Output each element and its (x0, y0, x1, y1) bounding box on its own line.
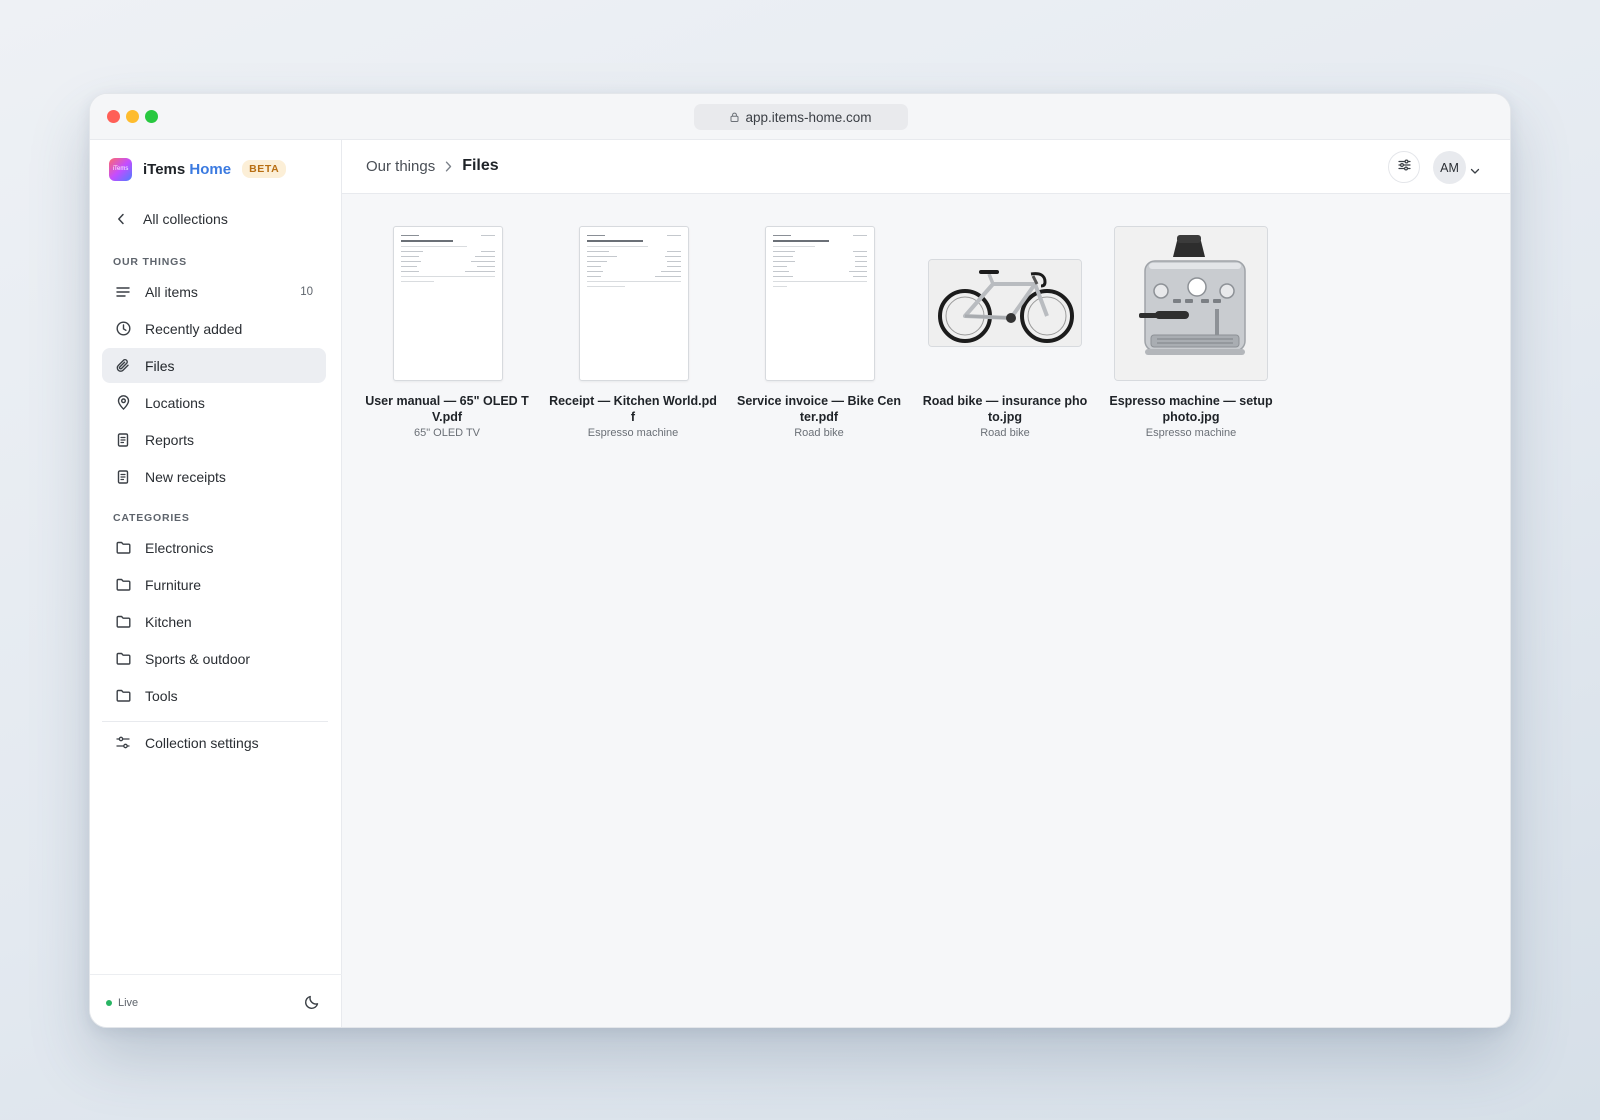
all-collections-link[interactable]: All collections (103, 202, 327, 236)
folder-icon (115, 651, 131, 667)
categories-heading: CATEGORIES (113, 512, 190, 524)
folder-icon (115, 540, 131, 556)
file-card[interactable]: Receipt — Kitchen World.pdf Espresso mac… (546, 226, 720, 439)
sidebar-item-label: Collection settings (145, 734, 259, 751)
brand[interactable]: iTems iTems Home BETA (109, 156, 287, 182)
sidebar-item-label: Tools (145, 687, 178, 704)
our-things-heading: OUR THINGS (113, 256, 187, 268)
file-thumbnail (1104, 226, 1278, 383)
file-item: 65" OLED TV (413, 427, 481, 439)
sidebar-item-label: All items (145, 283, 198, 300)
pdf-preview (393, 226, 503, 381)
sidebar-item-sports-outdoor[interactable]: Sports & outdoor (102, 641, 326, 676)
paperclip-icon (115, 358, 131, 374)
sidebar-item-electronics[interactable]: Electronics (102, 530, 326, 565)
sidebar-item-label: Recently added (145, 320, 243, 337)
live-status: Live (106, 997, 138, 1009)
clock-icon (115, 321, 131, 337)
pdf-preview (579, 226, 689, 381)
sidebar-item-label: New receipts (145, 468, 226, 485)
main-content: Our things Files AM User manual — 65" OL… (342, 140, 1510, 1027)
sidebar: iTems iTems Home BETA All collections OU… (90, 140, 342, 1027)
sidebar-item-collection-settings[interactable]: Collection settings (102, 725, 326, 760)
file-name: Receipt — Kitchen World.pdf (549, 394, 717, 424)
folder-icon (115, 688, 131, 704)
file-thumbnail (546, 226, 720, 383)
file-name: Espresso machine — setup photo.jpg (1109, 394, 1273, 424)
user-avatar[interactable]: AM (1433, 151, 1466, 184)
sidebar-item-label: Files (145, 357, 175, 374)
file-thumbnail (918, 226, 1092, 383)
browser-window: app.items-home.com iTems iTems Home BETA… (89, 93, 1511, 1028)
file-card[interactable]: Espresso machine — setup photo.jpg Espre… (1104, 226, 1278, 439)
view-options-button[interactable] (1388, 151, 1420, 183)
sidebar-item-new-receipts[interactable]: New receipts (102, 459, 326, 494)
file-item: Road bike (980, 427, 1030, 439)
live-status-dot (106, 1000, 112, 1006)
sliders-icon (1397, 158, 1411, 176)
sidebar-item-label: Kitchen (145, 613, 192, 630)
dark-mode-toggle-moon-icon[interactable] (304, 994, 320, 1015)
sidebar-item-all-items[interactable]: All items 10 (102, 274, 326, 309)
all-collections-label: All collections (143, 211, 228, 227)
pdf-preview (765, 226, 875, 381)
sidebar-item-label: Sports & outdoor (145, 650, 251, 667)
espresso-machine-photo (1114, 226, 1268, 381)
sidebar-footer: Live (90, 974, 342, 1027)
all-items-count: 10 (300, 285, 313, 298)
file-item: Espresso machine (1145, 427, 1237, 439)
sidebar-item-locations[interactable]: Locations (102, 385, 326, 420)
list-icon (115, 284, 131, 300)
chevron-down-icon[interactable] (1470, 162, 1480, 180)
close-window-button[interactable] (107, 110, 120, 123)
beta-badge: BETA (242, 160, 287, 178)
maximize-window-button[interactable] (145, 110, 158, 123)
title-bar: app.items-home.com (90, 94, 1510, 140)
sidebar-item-files[interactable]: Files (102, 348, 326, 383)
app-name: iTems Home (143, 160, 232, 178)
page-title: Files (462, 157, 499, 174)
sliders-icon (115, 735, 131, 751)
file-card[interactable]: Service invoice — Bike Center.pdf Road b… (732, 226, 906, 439)
file-name: Road bike — insurance photo.jpg (922, 394, 1088, 424)
live-status-label: Live (118, 997, 139, 1009)
file-name: User manual — 65" OLED TV.pdf (365, 394, 529, 424)
sidebar-item-reports[interactable]: Reports (102, 422, 326, 457)
address-bar-url: app.items-home.com (745, 109, 872, 125)
file-thumbnail (732, 226, 906, 383)
sidebar-item-label: Locations (145, 394, 205, 411)
address-bar[interactable]: app.items-home.com (694, 104, 908, 130)
file-card[interactable]: User manual — 65" OLED TV.pdf 65" OLED T… (360, 226, 534, 439)
breadcrumb: Our things Files (366, 157, 499, 175)
document-icon (115, 432, 131, 448)
sidebar-item-label: Reports (145, 431, 195, 448)
sidebar-item-label: Furniture (145, 576, 202, 593)
file-card[interactable]: Road bike — insurance photo.jpg Road bik… (918, 226, 1092, 439)
app-logo: iTems (109, 157, 132, 181)
file-item: Road bike (794, 427, 844, 439)
file-name: Service invoice — Bike Center.pdf (737, 394, 901, 424)
minimize-window-button[interactable] (126, 110, 139, 123)
folder-icon (115, 577, 131, 593)
map-pin-icon (115, 395, 131, 411)
sidebar-item-recently-added[interactable]: Recently added (102, 311, 326, 346)
sidebar-item-furniture[interactable]: Furniture (102, 567, 326, 602)
sidebar-item-label: Electronics (145, 539, 214, 556)
file-item: Espresso machine (587, 427, 679, 439)
folder-icon (115, 614, 131, 630)
sidebar-item-tools[interactable]: Tools (102, 678, 326, 713)
lock-icon (730, 112, 739, 122)
chevron-left-icon (113, 213, 129, 225)
road-bike-photo (928, 259, 1082, 347)
chevron-right-icon (445, 161, 452, 172)
document-icon (115, 469, 131, 485)
sidebar-divider (102, 721, 328, 722)
breadcrumb-our-things[interactable]: Our things (366, 158, 435, 175)
sidebar-item-kitchen[interactable]: Kitchen (102, 604, 326, 639)
page-header: Our things Files AM (342, 140, 1510, 194)
file-thumbnail (360, 226, 534, 383)
